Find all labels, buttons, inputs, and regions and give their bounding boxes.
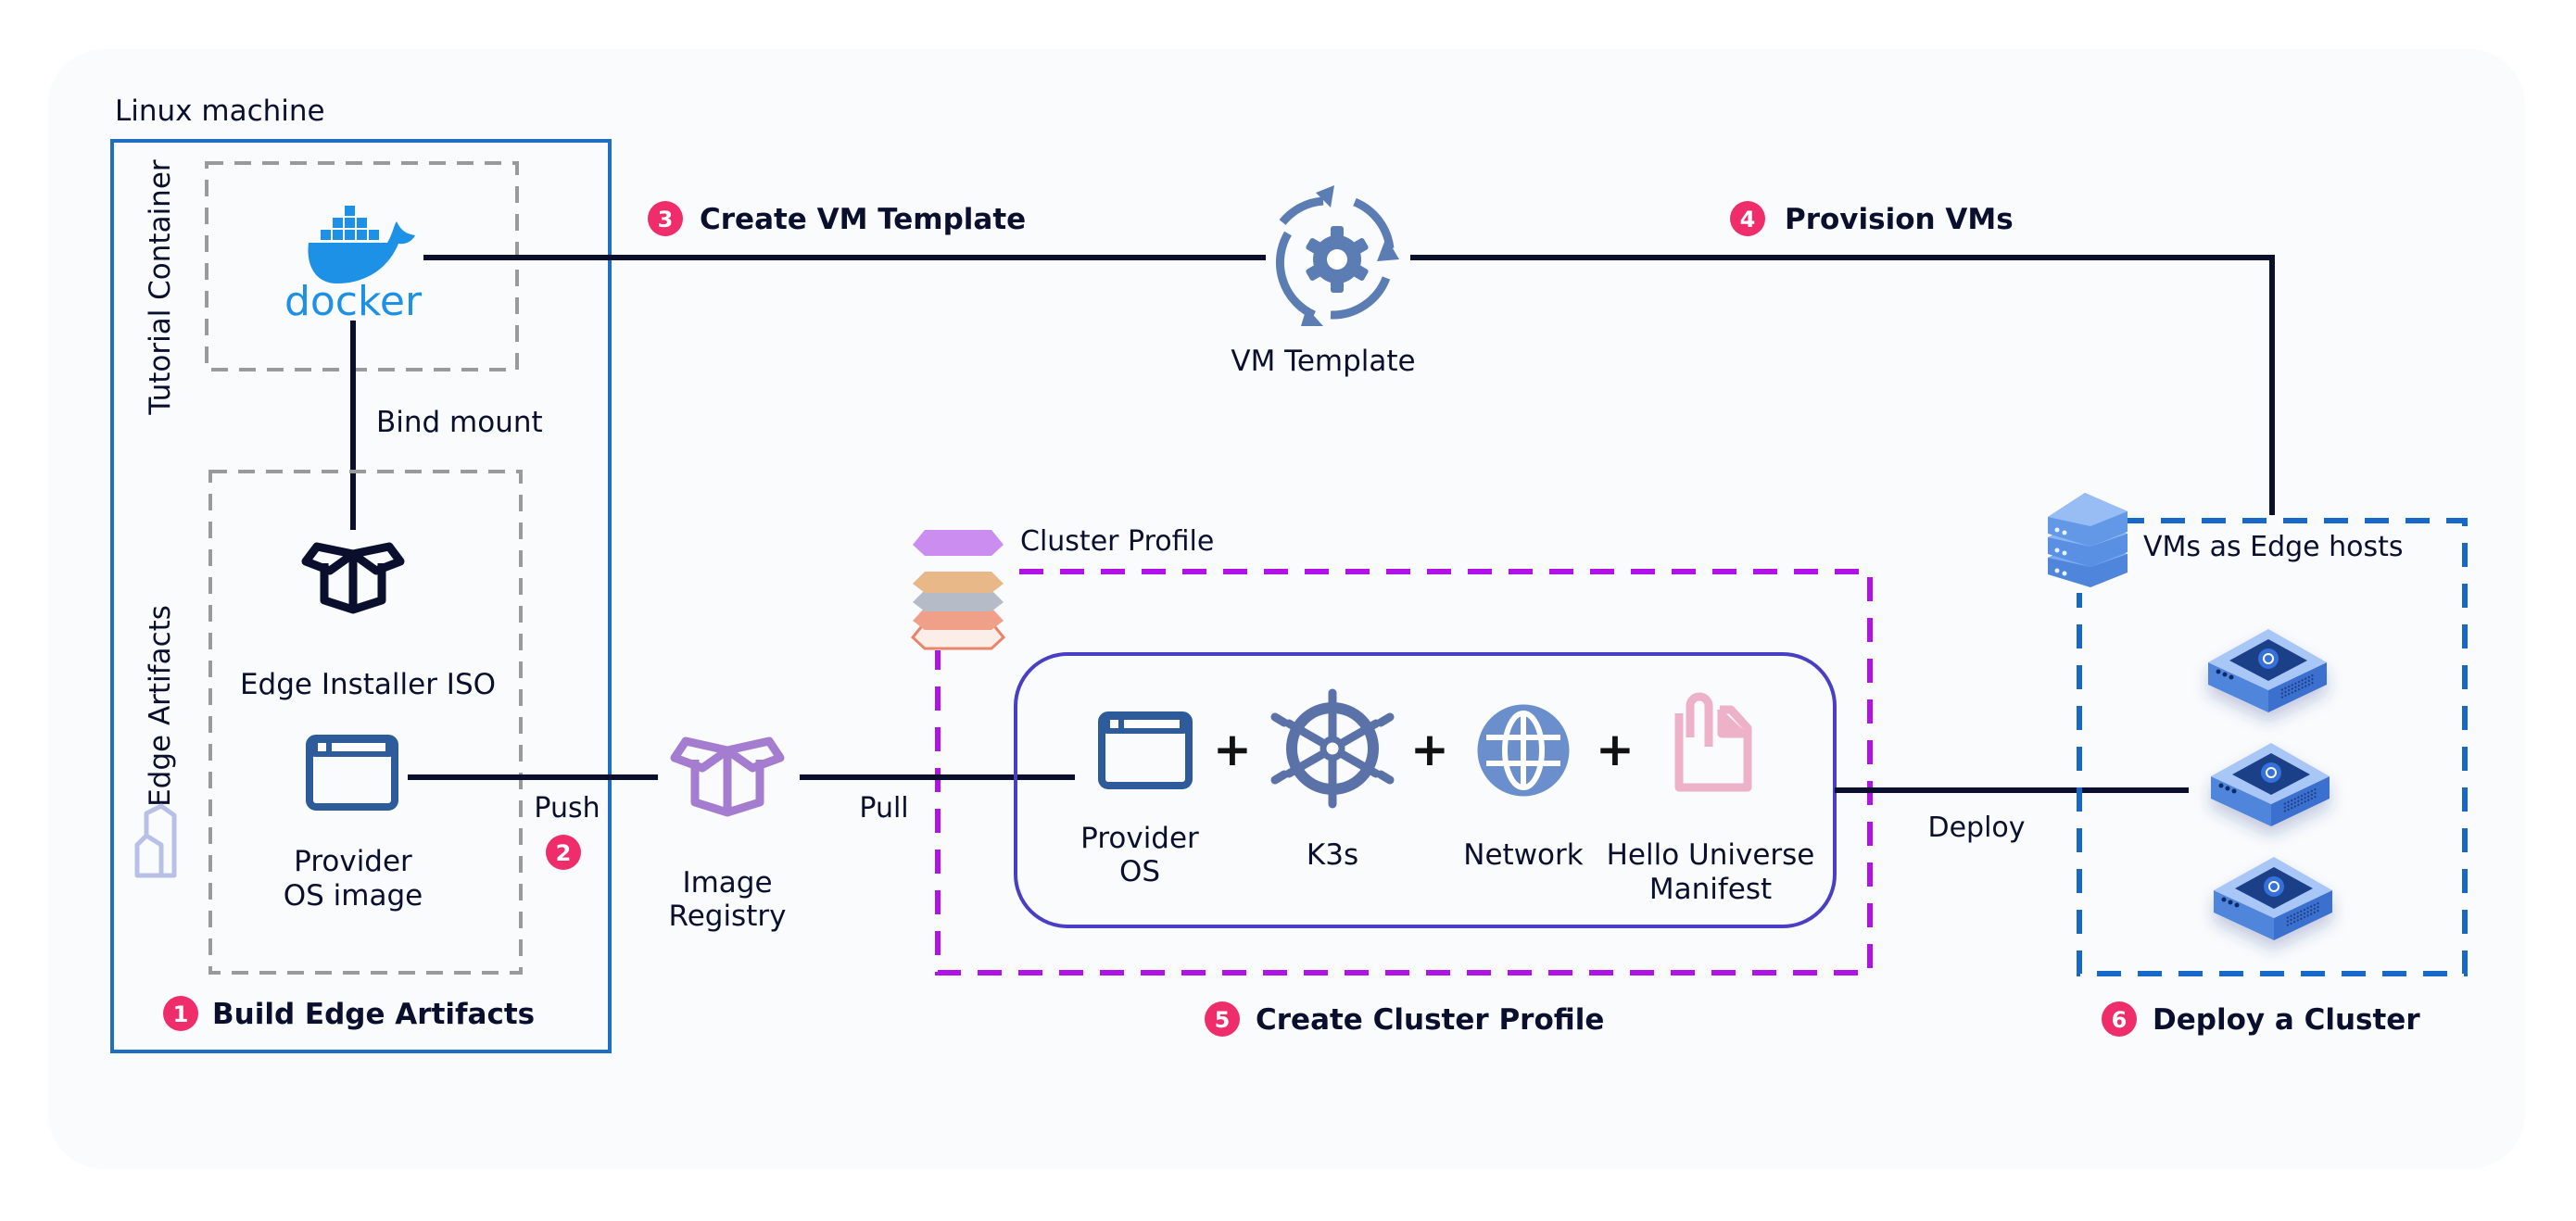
server-stack-icon [2043,477,2128,593]
cluster-profile-label: Cluster Profile [1020,525,1214,558]
svg-text:docker: docker [284,278,423,325]
image-registry-label-line2: Registry [669,900,787,933]
step-5-label: 5 Create Cluster Profile [1205,1001,1604,1037]
svg-text:Build Edge Artifacts: Build Edge Artifacts [212,998,535,1031]
plus-sign-1: + [1213,723,1252,776]
plus-sign-3: + [1596,723,1635,776]
pull-label: Pull [859,792,908,824]
layer-provider-os-label: Provider [1080,822,1199,855]
svg-text:2: 2 [556,840,572,866]
push-label: Push [534,792,600,824]
plus-sign-2: + [1410,723,1449,776]
linux-machine-label: Linux machine [115,94,325,128]
svg-text:Deploy a Cluster: Deploy a Cluster [2153,1003,2420,1037]
provider-os-image-label-line2: OS image [284,879,423,913]
deploy-label: Deploy [1927,812,2025,844]
svg-text:6: 6 [2112,1007,2128,1033]
layer-k3s-label: K3s [1307,838,1358,872]
layer-manifest-label-line2: Manifest [1649,873,1772,906]
svg-text:Provision VMs: Provision VMs [1785,203,2014,236]
layer-network-label: Network [1463,838,1583,872]
svg-text:1: 1 [173,1001,189,1027]
diagram-canvas: Linux machine Tutorial Container docker … [48,49,2525,1169]
cluster-profile-stack-icon [903,530,1006,650]
image-registry-label: Image [682,866,772,900]
step-1-label: 1 Build Edge Artifacts [163,996,535,1031]
svg-text:3: 3 [658,207,674,233]
edge-artifacts-label: Edge Artifacts [144,605,177,807]
step-2-badge: 2 [546,835,581,870]
layer-network-globe-icon [1477,704,1570,797]
svg-text:Create Cluster Profile: Create Cluster Profile [1256,1003,1604,1037]
svg-text:5: 5 [1215,1007,1231,1033]
bind-mount-label: Bind mount [376,406,543,439]
vm-template-label: VM Template [1231,345,1415,378]
provider-os-image-label: Provider [294,845,412,878]
svg-text:Create VM Template: Create VM Template [700,203,1026,236]
edge-installer-iso-label: Edge Installer ISO [240,668,496,701]
svg-text:4: 4 [1740,207,1756,233]
step-3-label: 3 Create VM Template [648,201,1026,236]
edge-hosts-label: VMs as Edge hosts [2143,531,2404,563]
layer-provider-os-label-line2: OS [1119,855,1160,888]
edge-host-nodes [2208,629,2332,940]
tutorial-container-label: Tutorial Container [144,159,177,416]
layer-manifest-label: Hello Universe [1607,838,1815,872]
